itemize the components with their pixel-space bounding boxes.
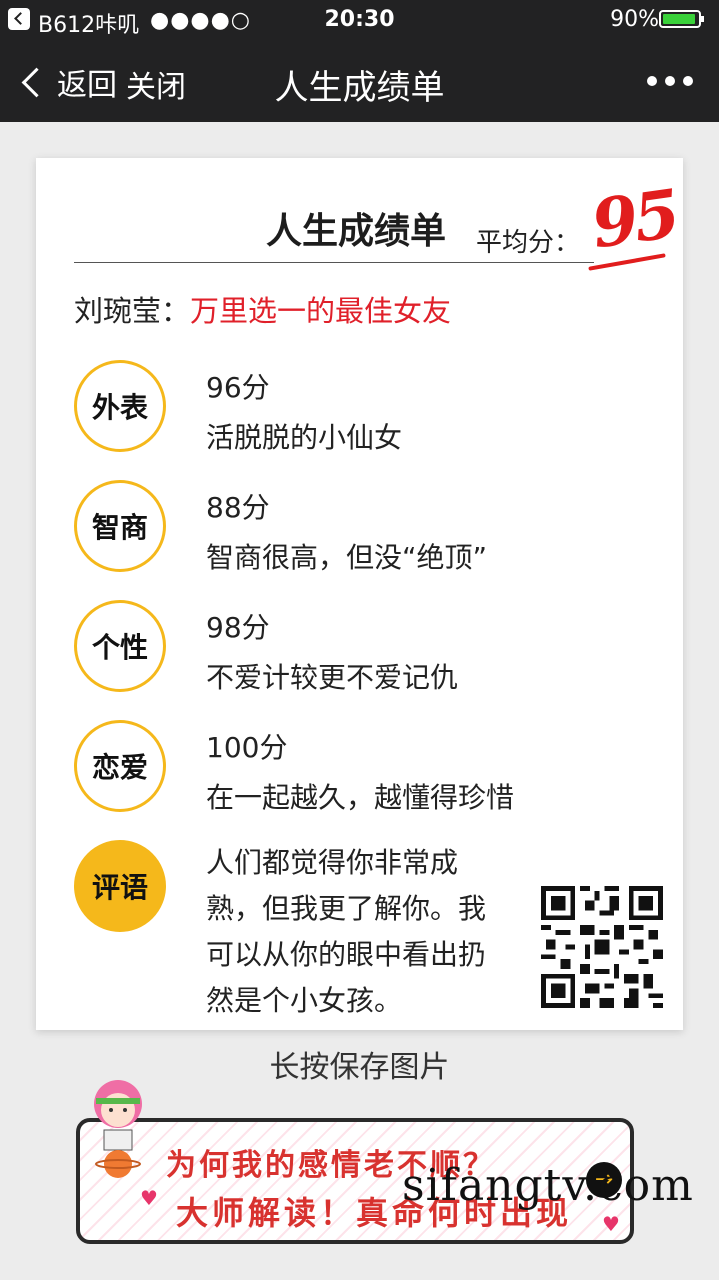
heart-icon: ♥ — [140, 1186, 158, 1210]
category-badge: 外表 — [74, 360, 166, 452]
item-score: 100分 — [206, 731, 288, 764]
average-score: 95 — [586, 174, 681, 264]
heart-icon: ♥ — [602, 1212, 620, 1236]
score-item: 外表 96分 活脱脱的小仙女 — [74, 360, 654, 460]
category-badge: 智商 — [74, 480, 166, 572]
cartoon-girl-icon — [94, 1080, 142, 1178]
score-item: 恋爱 100分 在一起越久，越懂得珍惜 — [74, 720, 654, 820]
item-desc: 不爱计较更不爱记仇 — [206, 661, 459, 694]
category-badge: 个性 — [74, 600, 166, 692]
nav-bar: 返回 关闭 人生成绩单 — [0, 40, 719, 122]
divider — [74, 262, 594, 263]
battery-icon — [659, 10, 704, 28]
category-badge: 恋爱 — [74, 720, 166, 812]
score-item: 个性 98分 不爱计较更不爱记仇 — [74, 600, 654, 700]
comment-text: 人们都觉得你非常成熟，但我更了解你。我可以从你的眼中看出扔然是个小女孩。 — [206, 846, 487, 1017]
card-title: 人生成绩单 — [266, 210, 447, 252]
qr-code-icon[interactable] — [541, 886, 663, 1008]
person-name: 刘琬莹： — [74, 294, 191, 328]
average-label: 平均分： — [476, 228, 581, 258]
verdict: 万里选一的最佳女友 — [190, 294, 452, 328]
name-row: 刘琬莹：万里选一的最佳女友 — [74, 288, 451, 330]
top-bar: B612咔叽 ●●●●○ 20:30 90% 返回 关闭 人生成绩单 — [0, 0, 719, 122]
battery-percent: 90% — [610, 7, 659, 32]
status-bar: B612咔叽 ●●●●○ 20:30 90% — [0, 0, 719, 40]
item-desc: 活脱脱的小仙女 — [206, 421, 403, 454]
more-menu-icon[interactable] — [647, 76, 693, 86]
item-score: 98分 — [206, 611, 270, 644]
page-title: 人生成绩单 — [274, 68, 445, 108]
report-card[interactable]: 人生成绩单 平均分： 95 刘琬莹：万里选一的最佳女友 外表 96分 活脱脱的小… — [36, 158, 683, 1030]
item-score: 96分 — [206, 371, 270, 404]
score-item: 智商 88分 智商很高，但没“绝顶” — [74, 480, 654, 580]
watermark-text: sifangtv.com — [402, 1160, 694, 1211]
item-desc: 智商很高，但没“绝顶” — [206, 541, 488, 574]
item-desc: 在一起越久，越懂得珍惜 — [206, 781, 515, 814]
item-score: 88分 — [206, 491, 270, 524]
comment-badge: 评语 — [74, 840, 166, 932]
